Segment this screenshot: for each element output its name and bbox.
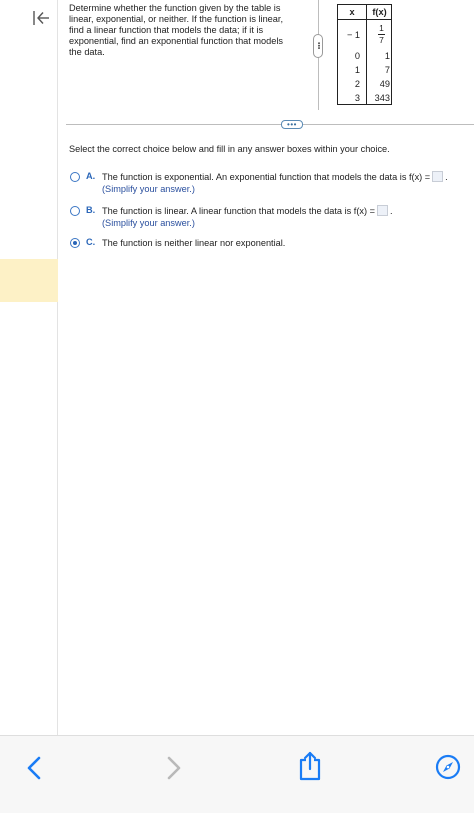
choice-text: The function is exponential. An exponent…: [102, 172, 431, 182]
left-rail: [0, 0, 58, 735]
table-cell-fx-fraction: 1 7: [378, 23, 385, 45]
choice-hint: (Simplify your answer.): [102, 184, 195, 194]
choice-hint: (Simplify your answer.): [102, 218, 195, 228]
radio-a[interactable]: [70, 172, 80, 182]
choice-letter: C.: [86, 237, 96, 247]
section-divider: [66, 124, 474, 125]
choice-text: The function is linear. A linear functio…: [102, 206, 375, 216]
answer-box-b[interactable]: [376, 205, 388, 216]
table-header-x: x: [349, 7, 355, 17]
table-cell-x: − 1: [346, 30, 360, 40]
split-handle[interactable]: •••: [313, 34, 323, 58]
instruction-text: Select the correct choice below and fill…: [69, 144, 390, 154]
current-question-indicator[interactable]: [0, 259, 58, 302]
back-icon[interactable]: [24, 755, 44, 786]
collapse-panel-icon[interactable]: [30, 8, 52, 28]
choice-text: The function is neither linear nor expon…: [102, 238, 286, 248]
table-cell-fx: 343: [374, 93, 390, 103]
choice-b[interactable]: B. The function is linear. A linear func…: [70, 205, 393, 229]
radio-b[interactable]: [70, 206, 80, 216]
radio-c[interactable]: [70, 238, 80, 248]
question-prompt: Determine whether the function given by …: [69, 3, 284, 57]
table-header-fx: f(x): [372, 7, 387, 17]
choice-letter: A.: [86, 171, 96, 181]
table-cell-x: 1: [354, 65, 360, 75]
choice-a[interactable]: A. The function is exponential. An expon…: [70, 171, 448, 195]
table-cell-x: 3: [354, 93, 360, 103]
choice-c[interactable]: C. The function is neither linear nor ex…: [70, 237, 285, 249]
table-cell-fx: 7: [384, 65, 390, 75]
table-cell-x: 0: [354, 51, 360, 61]
compass-icon[interactable]: [435, 754, 461, 785]
choice-letter: B.: [86, 205, 96, 215]
forward-icon[interactable]: [164, 755, 184, 786]
table-cell-x: 2: [354, 79, 360, 89]
share-icon[interactable]: [297, 750, 323, 787]
table-cell-fx: 1: [384, 51, 390, 61]
table-cell-fx: 49: [379, 79, 390, 89]
data-table: x f(x) − 1 1 7 0 1 1 7 2 49 3 343: [337, 4, 392, 105]
answer-box-a[interactable]: [432, 171, 444, 182]
browser-toolbar: [0, 735, 474, 813]
more-options-button[interactable]: •••: [281, 120, 303, 129]
